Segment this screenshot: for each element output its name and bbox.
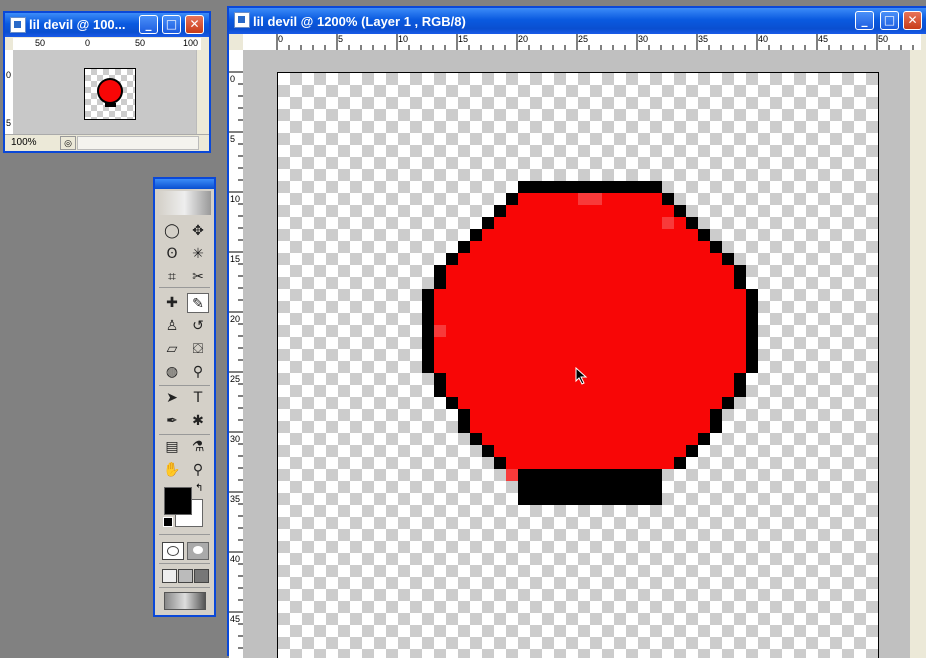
quick-mask-button[interactable]: [187, 542, 209, 560]
document-canvas[interactable]: [277, 72, 879, 658]
small-vertical-scrollbar[interactable]: [196, 50, 209, 134]
ruler-label: 40: [230, 554, 241, 564]
notes-tool-icon[interactable]: ▤: [161, 437, 183, 457]
feather-logo-icon: [158, 191, 211, 215]
ruler-label: 50: [878, 34, 889, 44]
cursor-arrow-icon: [575, 367, 588, 385]
move-tool-icon[interactable]: ✥: [187, 221, 209, 241]
ruler-label: 50: [35, 38, 46, 48]
ruler-label: 100: [183, 38, 199, 48]
screen-mode-standard-button[interactable]: [162, 569, 177, 583]
ruler-label: 5: [6, 118, 12, 128]
main-window-titlebar[interactable]: lil devil @ 1200% (Layer 1 , RGB/8) _ □ …: [229, 8, 926, 34]
horizontal-scrollbar[interactable]: [77, 136, 199, 150]
history-brush-tool-icon[interactable]: ↺: [187, 316, 209, 336]
ruler-label: 20: [518, 34, 529, 44]
main-ruler-vertical: 0 5 10 15 20 25 30 35 40 45: [229, 50, 244, 658]
document-icon: [10, 17, 26, 33]
ruler-label: 50: [135, 38, 146, 48]
toolbox-divider: [159, 385, 210, 386]
maximize-button[interactable]: □: [162, 15, 181, 34]
ruler-label: 5: [230, 134, 236, 144]
standard-mode-button[interactable]: [162, 542, 184, 560]
path-selection-tool-icon[interactable]: ➤: [161, 388, 183, 408]
paint-bucket-tool-icon[interactable]: ⛋: [187, 339, 209, 359]
brush-tool-icon[interactable]: ✎: [187, 293, 209, 313]
toolbox-divider: [159, 587, 210, 588]
ruler-label: 10: [230, 194, 241, 204]
toolbox-divider: [159, 287, 210, 288]
main-canvas-area[interactable]: [243, 50, 910, 658]
magic-wand-tool-icon[interactable]: ✳: [187, 244, 209, 264]
ruler-label: 30: [230, 434, 241, 444]
ruler-label: 0: [230, 74, 236, 84]
main-ruler-horizontal: 0 5 10 15 20 25 30 35 40 45 50: [243, 34, 921, 51]
close-button[interactable]: ✕: [903, 11, 922, 30]
swap-colors-icon[interactable]: ↰: [195, 483, 203, 494]
ruler-label: 0: [6, 70, 12, 80]
type-tool-icon[interactable]: T: [187, 388, 209, 408]
close-button[interactable]: ✕: [185, 15, 204, 34]
toolbox-titlebar[interactable]: [155, 179, 214, 189]
ruler-label: 40: [758, 34, 769, 44]
foreground-color-swatch[interactable]: [164, 487, 192, 515]
minimize-button[interactable]: _: [139, 15, 158, 34]
screen-mode-full-menu-button[interactable]: [178, 569, 193, 583]
ruler-label: 45: [230, 614, 241, 624]
small-canvas[interactable]: [84, 68, 136, 120]
main-vertical-scrollbar[interactable]: [910, 50, 926, 658]
ruler-label: 20: [230, 314, 241, 324]
ruler-label: 5: [338, 34, 344, 44]
ruler-label: 0: [85, 38, 91, 48]
ruler-label: 35: [230, 494, 241, 504]
document-icon: [234, 12, 250, 28]
main-window-title: lil devil @ 1200% (Layer 1 , RGB/8): [253, 14, 466, 29]
ruler-label: 0: [278, 34, 284, 44]
devil-pixel-art: [422, 181, 758, 505]
status-menu-icon[interactable]: ◎: [60, 136, 76, 150]
maximize-button[interactable]: □: [880, 11, 899, 30]
healing-brush-tool-icon[interactable]: ✚: [161, 293, 183, 313]
marquee-tool-icon[interactable]: ◯: [161, 221, 183, 241]
ruler-label: 25: [578, 34, 589, 44]
ruler-label: 35: [698, 34, 709, 44]
minimize-button[interactable]: _: [855, 11, 874, 30]
ruler-label: 15: [230, 254, 241, 264]
toolbox-panel[interactable]: ◯ ✥ ʘ ✳ ⌗ ✂ ✚ ✎ ♙ ↺ ▱ ⛋ ◍ ⚲ ➤ T ✒ ✱ ▤ ⚗ ✋ ⚲ ↰: [153, 177, 216, 617]
jump-to-imageready-icon[interactable]: [164, 592, 206, 610]
toolbox-divider: [159, 534, 210, 535]
small-window-titlebar[interactable]: lil devil @ 100... _ □ ✕: [5, 13, 209, 37]
toolbox-divider: [159, 434, 210, 435]
eraser-tool-icon[interactable]: ▱: [161, 339, 183, 359]
clone-stamp-tool-icon[interactable]: ♙: [161, 316, 183, 336]
blur-tool-icon[interactable]: ◍: [161, 362, 183, 382]
eyedropper-tool-icon[interactable]: ⚗: [187, 437, 209, 457]
ruler-label: 45: [818, 34, 829, 44]
small-devil-thumbnail: [97, 78, 123, 107]
slice-tool-icon[interactable]: ✂: [187, 267, 209, 287]
small-document-window[interactable]: lil devil @ 100... _ □ ✕ 50 0 50 100 0 5…: [3, 11, 211, 153]
shape-tool-icon[interactable]: ✱: [187, 411, 209, 431]
ruler-label: 25: [230, 374, 241, 384]
dodge-tool-icon[interactable]: ⚲: [187, 362, 209, 382]
ruler-label: 30: [638, 34, 649, 44]
hand-tool-icon[interactable]: ✋: [161, 460, 183, 480]
crop-tool-icon[interactable]: ⌗: [161, 267, 183, 287]
main-document-window[interactable]: lil devil @ 1200% (Layer 1 , RGB/8) _ □ …: [227, 6, 926, 658]
default-colors-icon[interactable]: [163, 517, 173, 527]
zoom-level[interactable]: 100%: [11, 137, 37, 148]
ruler-label: 15: [458, 34, 469, 44]
toolbox-divider: [159, 563, 210, 564]
small-canvas-area[interactable]: [13, 50, 196, 134]
lasso-tool-icon[interactable]: ʘ: [161, 244, 183, 264]
screen-mode-full-button[interactable]: [194, 569, 209, 583]
small-status-bar: 100% ◎: [5, 134, 209, 151]
small-window-title: lil devil @ 100...: [29, 17, 126, 32]
ruler-label: 10: [398, 34, 409, 44]
zoom-tool-icon[interactable]: ⚲: [187, 460, 209, 480]
pen-tool-icon[interactable]: ✒: [161, 411, 183, 431]
